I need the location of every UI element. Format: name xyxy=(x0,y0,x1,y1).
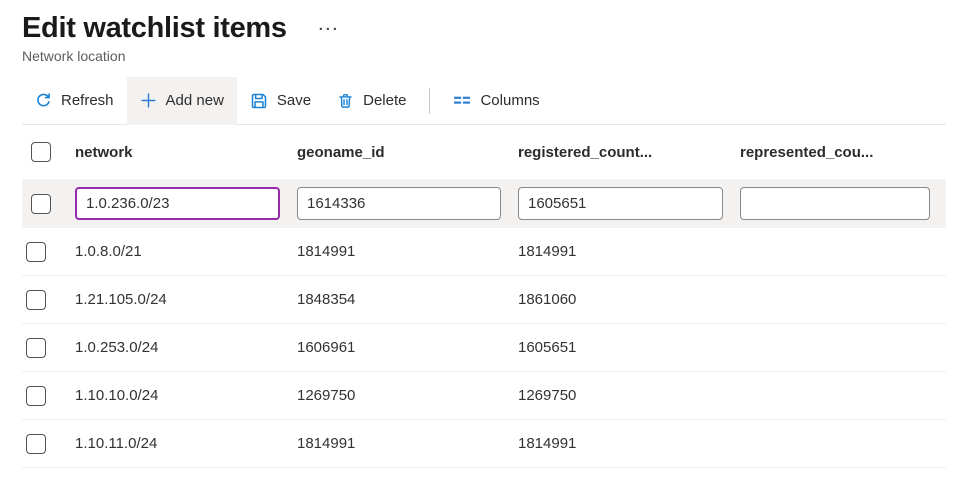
row-checkbox[interactable] xyxy=(31,194,51,214)
edit-watchlist-page: Edit watchlist items ··· Network locatio… xyxy=(0,0,954,468)
cell-registered-country: 1269750 xyxy=(517,387,739,404)
represented-country-input[interactable] xyxy=(740,187,930,220)
refresh-label: Refresh xyxy=(61,92,114,109)
geoname-id-input[interactable] xyxy=(297,187,501,220)
cell-geoname-id: 1814991 xyxy=(296,243,517,260)
cell-registered-country: 1605651 xyxy=(517,339,739,356)
save-button[interactable]: Save xyxy=(237,77,324,125)
column-header-registered-country: registered_count... xyxy=(517,144,739,161)
table-header-row: network geoname_id registered_count... r… xyxy=(22,125,946,179)
more-options-button[interactable]: ··· xyxy=(319,22,340,37)
refresh-icon xyxy=(35,92,52,109)
save-label: Save xyxy=(277,92,311,109)
registered-country-input[interactable] xyxy=(518,187,723,220)
table-body: 1.0.8.0/21 1814991 1814991 1.21.105.0/24… xyxy=(22,228,946,468)
page-title: Edit watchlist items xyxy=(22,12,287,45)
refresh-button[interactable]: Refresh xyxy=(22,77,127,125)
row-checkbox[interactable] xyxy=(26,434,46,454)
select-all-checkbox[interactable] xyxy=(31,142,51,162)
cell-network: 1.21.105.0/24 xyxy=(74,291,296,308)
cell-network: 1.10.10.0/24 xyxy=(74,387,296,404)
toolbar-separator xyxy=(429,88,430,114)
watchlist-items-table: network geoname_id registered_count... r… xyxy=(22,125,946,468)
cell-registered-country: 1814991 xyxy=(517,435,739,452)
table-row: 1.0.8.0/21 1814991 1814991 xyxy=(22,228,946,276)
cell-registered-country: 1814991 xyxy=(517,243,739,260)
cell-registered-country: 1861060 xyxy=(517,291,739,308)
plus-icon xyxy=(140,92,157,109)
cell-network: 1.0.253.0/24 xyxy=(74,339,296,356)
table-row: 1.21.105.0/24 1848354 1861060 xyxy=(22,276,946,324)
row-checkbox[interactable] xyxy=(26,290,46,310)
row-checkbox[interactable] xyxy=(26,242,46,262)
row-checkbox[interactable] xyxy=(26,338,46,358)
table-row: 1.10.11.0/24 1814991 1814991 xyxy=(22,420,946,468)
column-header-network: network xyxy=(74,144,296,161)
save-icon xyxy=(250,92,268,110)
columns-label: Columns xyxy=(480,92,539,109)
add-new-button[interactable]: Add new xyxy=(127,77,237,125)
page-header: Edit watchlist items ··· xyxy=(22,0,946,45)
columns-icon xyxy=(453,93,471,109)
network-input[interactable] xyxy=(75,187,280,220)
column-header-geoname-id: geoname_id xyxy=(296,144,517,161)
trash-icon xyxy=(337,92,354,110)
table-row: 1.0.253.0/24 1606961 1605651 xyxy=(22,324,946,372)
cell-geoname-id: 1269750 xyxy=(296,387,517,404)
cell-geoname-id: 1606961 xyxy=(296,339,517,356)
watchlist-name-subtitle: Network location xyxy=(22,48,946,64)
ellipsis-icon: ··· xyxy=(319,21,340,38)
column-header-represented-country: represented_cou... xyxy=(739,144,946,161)
delete-label: Delete xyxy=(363,92,406,109)
add-new-label: Add new xyxy=(166,92,224,109)
row-checkbox[interactable] xyxy=(26,386,46,406)
cell-geoname-id: 1814991 xyxy=(296,435,517,452)
edit-row xyxy=(22,179,946,228)
cell-network: 1.0.8.0/21 xyxy=(74,243,296,260)
cell-geoname-id: 1848354 xyxy=(296,291,517,308)
table-row: 1.10.10.0/24 1269750 1269750 xyxy=(22,372,946,420)
command-bar: Refresh Add new Save xyxy=(22,77,946,125)
columns-button[interactable]: Columns xyxy=(440,77,552,125)
delete-button[interactable]: Delete xyxy=(324,77,419,125)
cell-network: 1.10.11.0/24 xyxy=(74,435,296,452)
